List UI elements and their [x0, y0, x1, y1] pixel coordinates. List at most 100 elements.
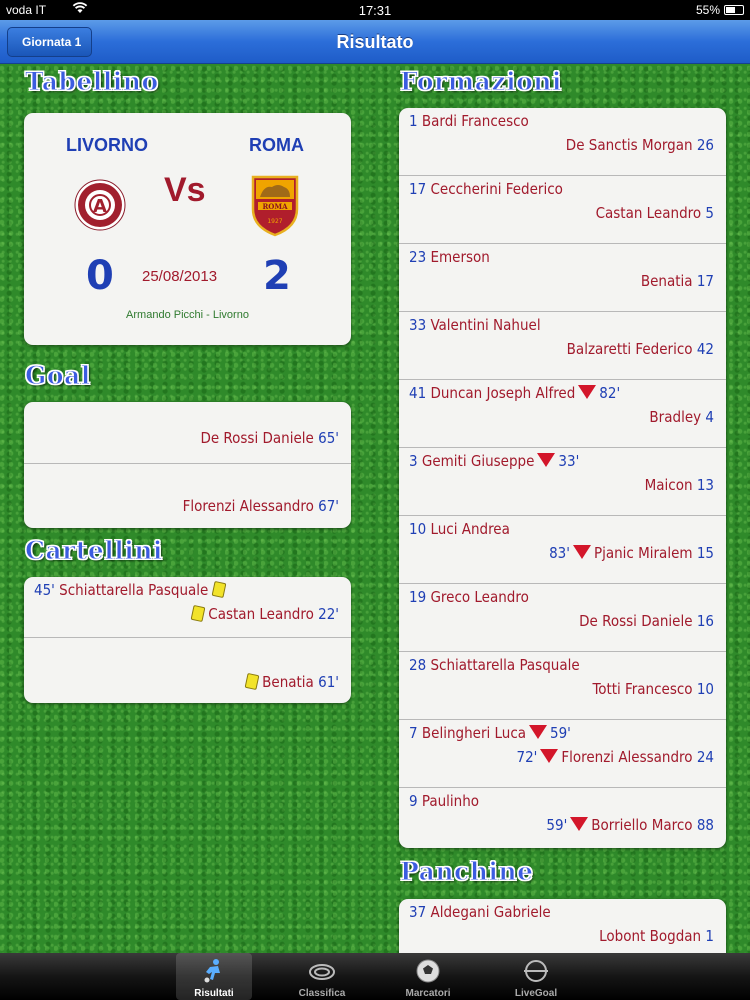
- away-player-name: Bradley: [649, 408, 702, 426]
- tab-bar: Risultati Classifica Marcatori LiveGoal: [0, 953, 750, 1000]
- substitution-minute: 72': [516, 748, 538, 766]
- home-player-name: Ceccherini Federico: [430, 180, 563, 198]
- lineup-row[interactable]: 9 Paulinho 59' Borriello Marco 88: [399, 788, 726, 848]
- home-player-name: Aldegani Gabriele: [430, 903, 551, 921]
- card-minute: 45': [34, 581, 55, 599]
- away-player-name: De Rossi Daniele: [579, 612, 693, 630]
- match-summary-card: LIVORNO ROMA Vs A ROMA 1927 0 25/08/2013…: [24, 113, 351, 345]
- substitution-arrow-icon: [540, 749, 559, 763]
- away-shirt-number: 5: [705, 204, 714, 222]
- lineup-row[interactable]: 19 Greco Leandro De Rossi Daniele 16: [399, 584, 726, 652]
- battery-level: [726, 7, 735, 13]
- roma-crest-icon: ROMA 1927: [251, 175, 299, 237]
- card-row[interactable]: Benatia 61': [24, 638, 351, 702]
- lineup-row[interactable]: 10 Luci Andrea 83' Pjanic Miralem 15: [399, 516, 726, 584]
- soccer-ball-icon: [415, 958, 441, 984]
- yellow-card-icon: [211, 580, 227, 599]
- tab-livegoal[interactable]: LiveGoal: [498, 953, 574, 1000]
- substitution-arrow-icon: [578, 385, 597, 399]
- card-row[interactable]: 45' Schiattarella Pasquale Castan Leandr…: [24, 577, 351, 638]
- tab-risultati[interactable]: Risultati: [176, 953, 252, 1000]
- away-shirt-number: 24: [696, 748, 714, 766]
- lineup-row[interactable]: 7 Belingheri Luca 59' 72' Florenzi Alessand…: [399, 720, 726, 788]
- bench-row[interactable]: 37 Aldegani Gabriele Lobont Bogdan 1: [399, 899, 726, 953]
- navigation-bar: Giornata 1 Risultato: [0, 20, 750, 64]
- lineup-list: 1 Bardi Francesco De Sanctis Morgan 26 1 7 …: [399, 108, 726, 848]
- goal-scorer: Florenzi Alessandro: [182, 497, 314, 515]
- home-player-name: Greco Leandro: [430, 588, 529, 606]
- soccer-player-icon: [201, 958, 227, 984]
- match-date: 25/08/2013: [142, 268, 218, 285]
- tab-marcatori[interactable]: Marcatori: [390, 953, 466, 1000]
- away-player-name: Castan Leandro: [595, 204, 702, 222]
- lineup-row[interactable]: 28 Schiattarella Pasquale Totti Francesco…: [399, 652, 726, 720]
- substitution-arrow-icon: [570, 817, 589, 831]
- home-shirt-number: 41: [409, 384, 427, 402]
- home-shirt-number: 33: [409, 316, 427, 334]
- lineup-row[interactable]: 3 Gemiti Giuseppe 33' Maicon 13: [399, 448, 726, 516]
- home-shirt-number: 10: [409, 520, 427, 538]
- battery-icon: [724, 5, 744, 15]
- card-minute: 61': [318, 673, 339, 691]
- goals-card: De Rossi Daniele 65' Florenzi Alessandro…: [24, 402, 351, 528]
- home-shirt-number: 9: [409, 792, 418, 810]
- substitution-arrow-icon: [529, 725, 548, 739]
- home-shirt-number: 7: [409, 724, 418, 742]
- home-team-name: LIVORNO: [66, 135, 149, 155]
- match-venue: Armando Picchi - Livorno: [126, 309, 249, 321]
- yellow-card-icon: [190, 604, 206, 623]
- away-shirt-number: 4: [705, 408, 714, 426]
- carded-player: Castan Leandro: [208, 605, 314, 623]
- home-player-name: Schiattarella Pasquale: [430, 656, 580, 674]
- away-shirt-number: 13: [696, 476, 714, 494]
- section-title-cartellini: Cartellini: [25, 536, 163, 566]
- away-shirt-number: 17: [696, 272, 714, 290]
- substitution-minute: 33': [558, 452, 580, 470]
- away-player-name: Florenzi Alessandro: [561, 748, 693, 766]
- substitution-minute: 82': [599, 384, 621, 402]
- goal-minute: 65': [318, 429, 339, 447]
- stadium-icon: [309, 958, 335, 984]
- home-player-name: Paulinho: [421, 792, 480, 810]
- target-icon: [523, 958, 549, 984]
- home-shirt-number: 37: [409, 903, 427, 921]
- scroll-content[interactable]: Tabellino LIVORNO ROMA Vs A ROMA 1927 0 …: [0, 65, 750, 953]
- livorno-crest-icon: A: [74, 179, 126, 231]
- home-player-name: Luci Andrea: [430, 520, 510, 538]
- clock: 17:31: [358, 3, 392, 18]
- home-player-name: Valentini Nahuel: [430, 316, 541, 334]
- away-player-name: Borriello Marco: [591, 816, 693, 834]
- substitution-minute: 83': [549, 544, 570, 562]
- substitution-minute: 59': [550, 724, 571, 742]
- goal-scorer: De Rossi Daniele: [200, 429, 314, 447]
- lineup-row[interactable]: 1 Bardi Francesco De Sanctis Morgan 26: [399, 108, 726, 176]
- away-shirt-number: 88: [696, 816, 714, 834]
- home-player-name: Belingheri Luca: [421, 724, 527, 742]
- away-player-name: Benatia: [640, 272, 693, 290]
- lineup-row[interactable]: 41 Duncan Joseph Alfred 82' Bradley 4: [399, 380, 726, 448]
- home-shirt-number: 19: [409, 588, 427, 606]
- away-shirt-number: 1: [705, 927, 714, 945]
- home-shirt-number: 1: [409, 112, 418, 130]
- lineups-card: 1 Bardi Francesco De Sanctis Morgan 26 1 7 …: [399, 108, 726, 848]
- goal-row[interactable]: De Rossi Daniele 65': [24, 402, 351, 464]
- away-team-name: ROMA: [249, 135, 304, 155]
- lineup-row[interactable]: 17 Ceccherini Federico Castan Leandro 5: [399, 176, 726, 244]
- away-shirt-number: 26: [696, 136, 714, 154]
- lineup-row[interactable]: 23 Emerson Benatia 17: [399, 244, 726, 312]
- section-title-goal: Goal: [25, 361, 91, 391]
- lineup-row[interactable]: 33 Valentini Nahuel Balzaretti Federico 4…: [399, 312, 726, 380]
- tab-classifica[interactable]: Classifica: [284, 953, 360, 1000]
- home-player-name: Gemiti Giuseppe: [421, 452, 535, 470]
- goal-row[interactable]: Florenzi Alessandro 67': [24, 464, 351, 527]
- svg-text:ROMA: ROMA: [262, 202, 288, 211]
- substitution-minute: 59': [546, 816, 568, 834]
- away-shirt-number: 42: [696, 340, 714, 358]
- home-player-name: Emerson: [430, 248, 490, 266]
- away-shirt-number: 10: [696, 680, 714, 698]
- away-player-name: Pjanic Miralem: [593, 544, 693, 562]
- home-shirt-number: 28: [409, 656, 427, 674]
- bench-card: 37 Aldegani Gabriele Lobont Bogdan 1: [399, 899, 726, 953]
- goal-minute: 67': [318, 497, 339, 515]
- away-player-name: Maicon: [644, 476, 693, 494]
